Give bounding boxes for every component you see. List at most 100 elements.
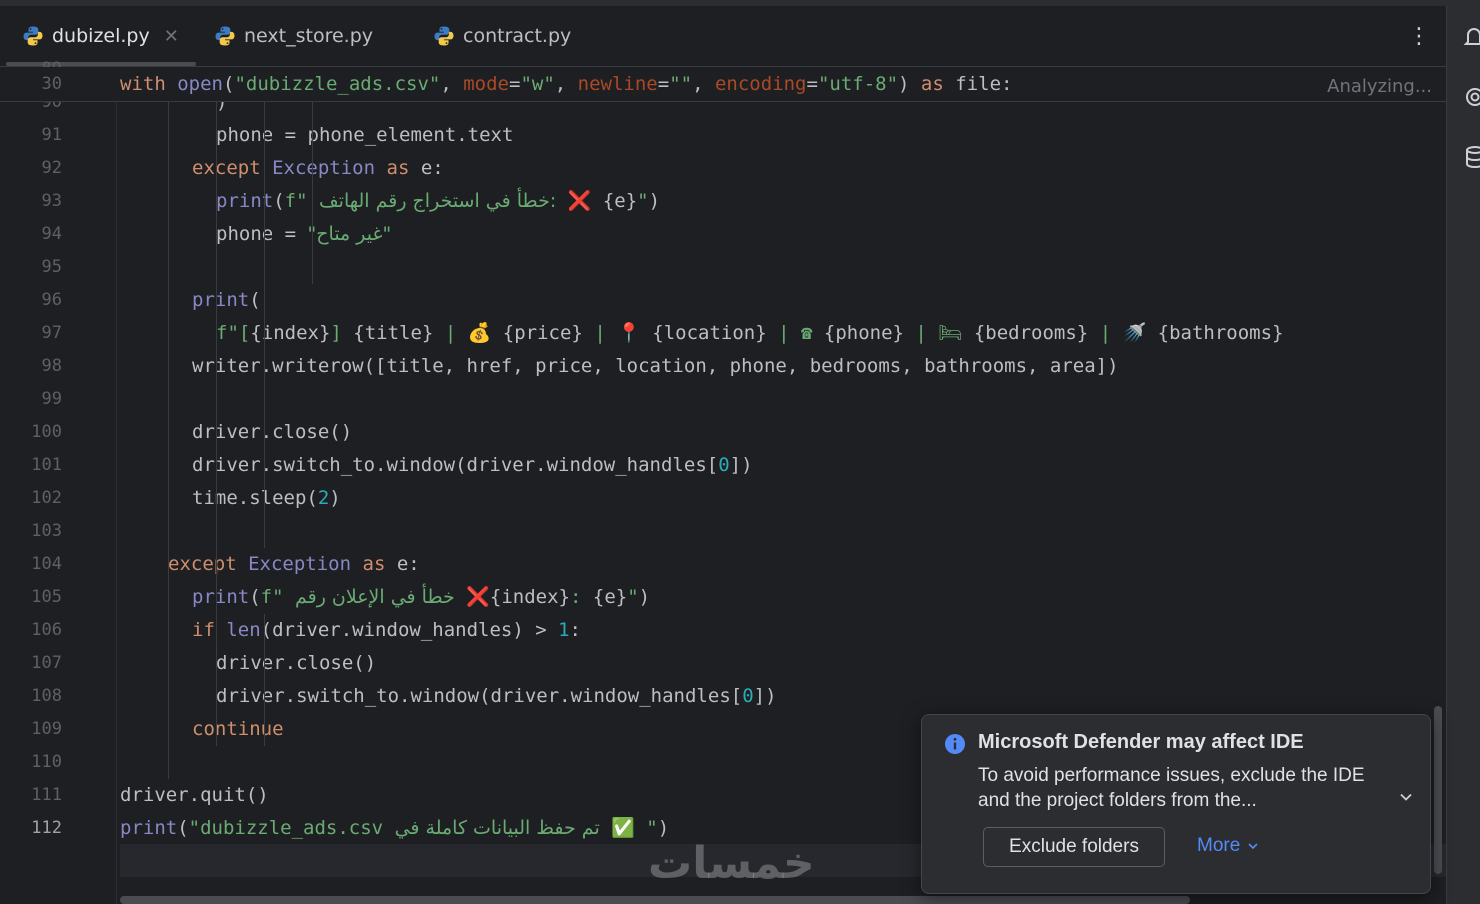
code-token: ] (330, 322, 354, 344)
line-number: 94 (41, 224, 62, 244)
code-line: with open("dubizzle_ads.csv", mode="w", … (120, 67, 1012, 101)
close-icon[interactable]: ✕ (164, 26, 179, 47)
code-line: print(f" خطأ في الإعلان رقم ❌{index}: {e… (192, 581, 650, 614)
code-line: except Exception as e: (168, 548, 420, 581)
code-line: print("dubizzle_ads.csv تم حفظ البيانات … (120, 812, 669, 845)
code-token: {bedrooms} (973, 322, 1089, 344)
code-token: (driver.window_handles) > (260, 619, 559, 641)
code-token: encoding (714, 73, 807, 95)
code-token: ( (273, 190, 285, 212)
code-line: continue (192, 713, 284, 746)
line-number: 109 (31, 719, 62, 739)
code-line: print( (192, 284, 261, 317)
code-token: time.sleep( (192, 487, 318, 509)
database-icon[interactable] (1463, 144, 1480, 170)
code-line: driver.quit() (120, 779, 269, 812)
watermark: خمسات (648, 838, 815, 889)
code-token: len (226, 619, 261, 641)
more-link[interactable]: More (1197, 835, 1260, 857)
code-token: print (120, 817, 178, 839)
code-token: print (192, 289, 250, 311)
notifications-bell-icon[interactable] (1463, 24, 1480, 50)
code-token: | 🛏 (903, 322, 974, 344)
vertical-scrollbar[interactable] (1434, 706, 1442, 874)
code-token: {index} (489, 586, 570, 608)
code-token: {price} (502, 322, 583, 344)
tab-next-store-py[interactable]: next_store.py (214, 6, 373, 66)
code-token: print (192, 586, 250, 608)
analyzing-status: Analyzing... (1327, 76, 1432, 97)
code-token: "" (669, 73, 693, 95)
line-number: 106 (31, 620, 62, 640)
code-token: except (168, 553, 237, 575)
python-file-icon (214, 25, 236, 47)
code-token: {e} (602, 190, 638, 212)
line-number: 98 (41, 356, 62, 376)
code-line: f"[{index}] {title} | 💰 {price} | 📍 {loc… (216, 317, 1284, 350)
tab-contract-py[interactable]: contract.py (433, 6, 571, 66)
code-token: ❌ (454, 586, 490, 608)
code-token: continue (192, 718, 284, 740)
code-token: ) (329, 487, 341, 509)
line-number: 107 (31, 653, 62, 673)
line-number: 102 (31, 488, 62, 508)
code-token: ]) (753, 685, 777, 707)
code-token: ( (177, 817, 189, 839)
code-token: {phone} (823, 322, 904, 344)
info-icon (945, 734, 965, 754)
code-token: , (440, 73, 464, 95)
code-token: = (806, 73, 818, 95)
chevron-down-icon[interactable] (1398, 789, 1414, 805)
defender-notification: Microsoft Defender may affect IDE To avo… (921, 714, 1431, 894)
line-number: 111 (31, 785, 62, 805)
line-number: 30 (41, 74, 62, 94)
indent-guide (216, 67, 217, 746)
code-line: if len(driver.window_handles) > 1: (192, 614, 581, 647)
editor-tab-bar: dubizel.py ✕ next_store.py contract.py ⋮ (0, 6, 1446, 67)
exclude-folders-button[interactable]: Exclude folders (983, 827, 1165, 867)
code-token: except (192, 157, 261, 179)
horizontal-scrollbar[interactable] (120, 896, 1190, 904)
code-line: phone = phone_element.text (216, 119, 513, 152)
code-token: as (362, 553, 386, 575)
code-line: time.sleep(2) (192, 482, 341, 515)
code-token: | ☎ (766, 322, 824, 344)
code-token: newline (577, 73, 658, 95)
line-number: 99 (41, 389, 62, 409)
code-token: خطأ في استخراج رقم الهاتف: (318, 190, 557, 212)
ai-assistant-icon[interactable] (1463, 84, 1480, 110)
code-token: as (920, 73, 944, 95)
code-token: "غير متاح" (307, 223, 392, 245)
code-token: f" (260, 586, 295, 608)
code-token: file: (943, 73, 1013, 95)
code-token: خطأ في الإعلان رقم (294, 586, 455, 608)
code-token: " (637, 190, 649, 212)
code-token: e: (409, 157, 444, 179)
code-token: phone = (216, 223, 308, 245)
code-token: ( (249, 586, 261, 608)
code-token: = (657, 73, 670, 95)
sticky-scroll-header[interactable]: 30 with open("dubizzle_ads.csv", mode="w… (0, 67, 1446, 102)
code-token: if (192, 619, 215, 641)
code-token: 0 (742, 685, 754, 707)
code-token: 1 (558, 619, 570, 641)
code-token: driver.quit() (120, 784, 269, 806)
code-token: 2 (317, 487, 330, 509)
code-line: driver.switch_to.window(driver.window_ha… (216, 680, 777, 713)
more-options-icon[interactable]: ⋮ (1408, 26, 1430, 48)
line-number: 100 (31, 422, 62, 442)
code-token: = (509, 73, 521, 95)
code-token: تم حفظ البيانات كاملة في (394, 817, 600, 839)
code-token: : (569, 586, 593, 608)
code-line: driver.close() (216, 647, 376, 680)
indent-guide (264, 67, 265, 548)
code-token: driver.switch_to.window(driver.window_ha… (192, 454, 719, 476)
python-file-icon (22, 25, 44, 47)
code-line: phone = "غير متاح" (216, 218, 391, 251)
code-token: {index} (250, 322, 331, 344)
code-token: "w" (520, 73, 555, 95)
code-token: , (554, 73, 578, 95)
